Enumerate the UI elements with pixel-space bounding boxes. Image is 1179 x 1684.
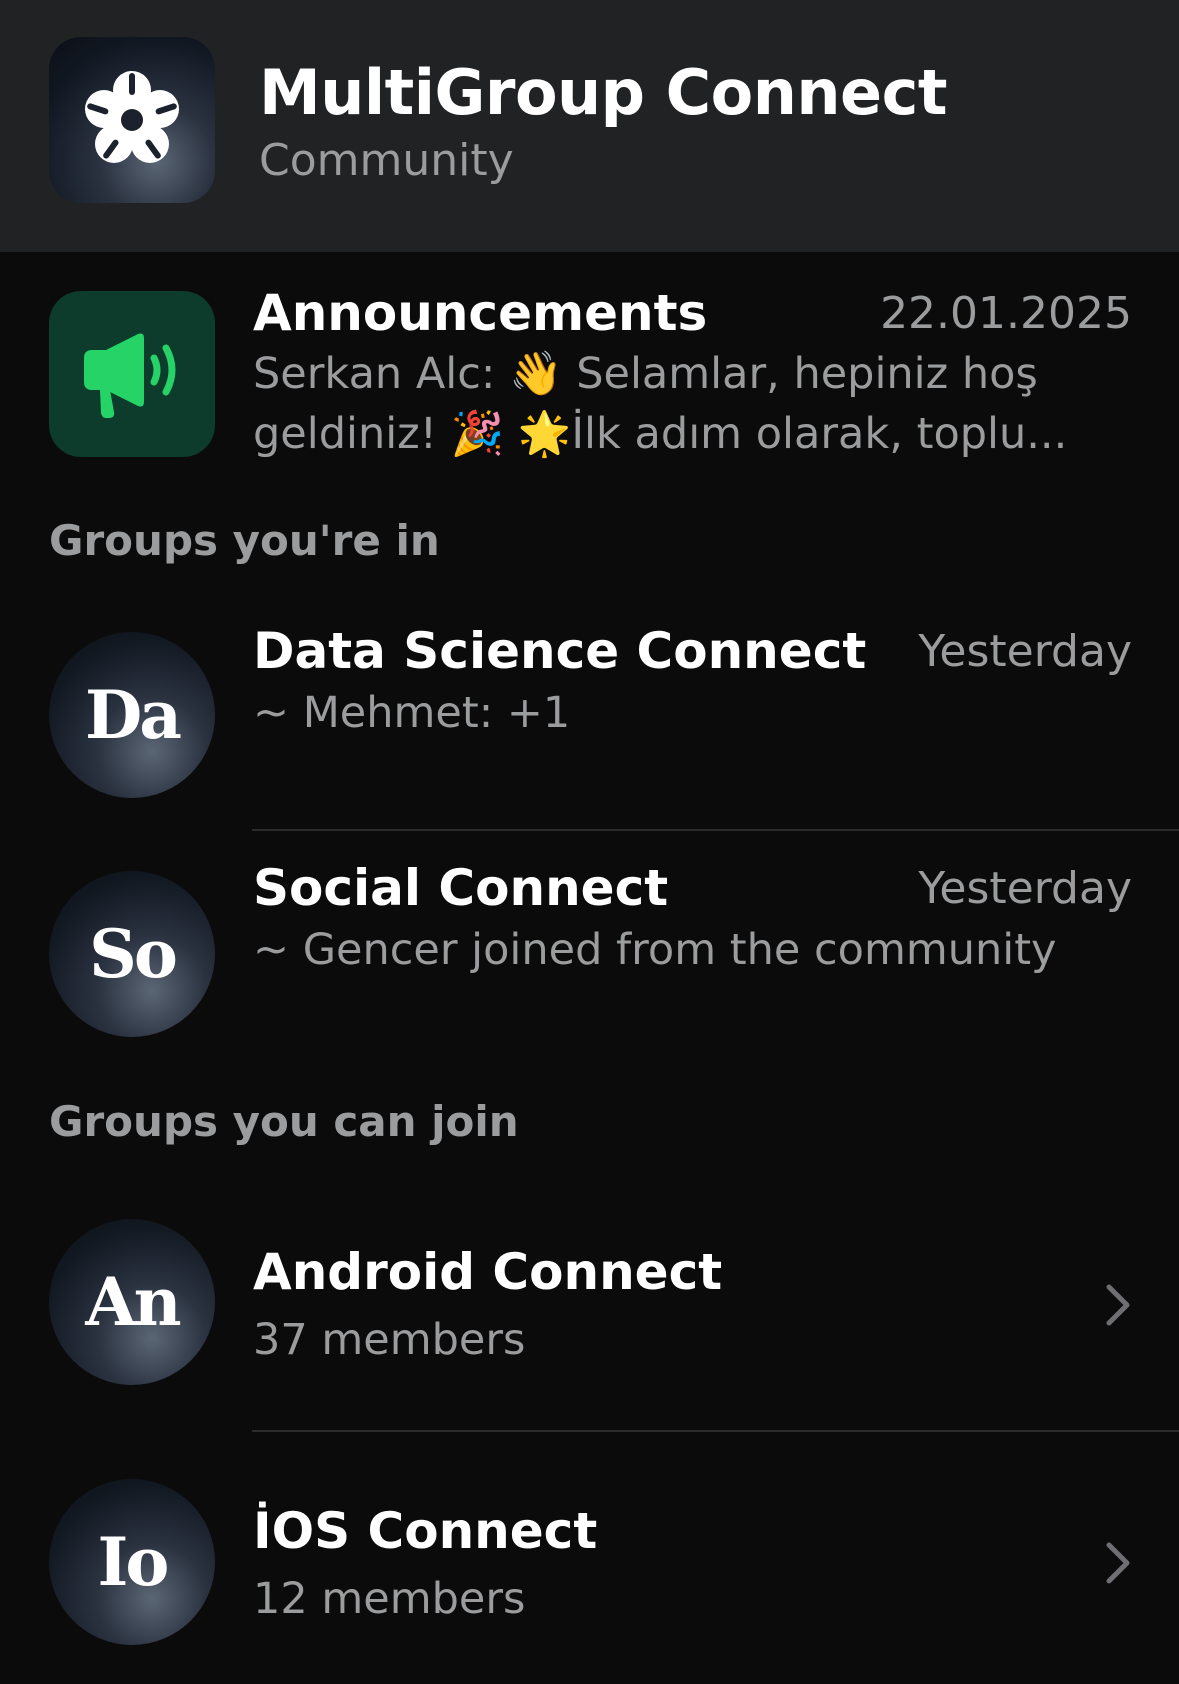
avatar-letters: Io	[97, 1523, 170, 1601]
community-header[interactable]: MultiGroup Connect Community	[0, 0, 1179, 252]
avatar-letters: An	[85, 1263, 181, 1341]
avatar: So	[49, 871, 215, 1037]
group-title: Android Connect	[253, 1243, 723, 1301]
announcements-date: 22.01.2025	[880, 288, 1132, 339]
joinable-group-row-android[interactable]: An Android Connect 37 members	[0, 1180, 1179, 1430]
section-groups-in-label: Groups you're in	[49, 516, 440, 565]
group-member-count: 12 members	[253, 1574, 526, 1624]
avatar: An	[49, 1219, 215, 1385]
chevron-right-icon	[1106, 1542, 1130, 1584]
avatar-letters: So	[89, 915, 178, 993]
avatar-letters: Da	[85, 676, 182, 754]
megaphone-icon	[84, 333, 176, 418]
group-last-message: ~ Gencer joined from the community	[253, 925, 1057, 975]
group-row-social[interactable]: So Social Connect Yesterday ~ Gencer joi…	[0, 831, 1179, 1067]
group-title: Data Science Connect	[253, 622, 867, 680]
announcements-row[interactable]: Announcements 22.01.2025 Serkan Alc: 👋 S…	[0, 252, 1179, 492]
announcements-preview-line1: Serkan Alc: 👋 Selamlar, hepiniz hoş	[253, 349, 1038, 399]
group-title: Social Connect	[253, 859, 669, 917]
group-last-message: ~ Mehmet: +1	[253, 688, 571, 738]
community-avatar[interactable]	[49, 37, 215, 203]
announcements-title: Announcements	[253, 284, 708, 342]
chevron-right-icon	[1106, 1284, 1130, 1326]
group-row-data-science[interactable]: Da Data Science Connect Yesterday ~ Mehm…	[0, 597, 1179, 831]
group-time: Yesterday	[918, 863, 1132, 914]
community-title: MultiGroup Connect	[259, 56, 947, 129]
group-member-count: 37 members	[253, 1315, 526, 1365]
section-groups-join-label: Groups you can join	[49, 1097, 519, 1146]
community-subtitle: Community	[259, 135, 514, 186]
announcements-avatar	[49, 291, 215, 457]
group-title: İOS Connect	[253, 1502, 598, 1560]
avatar: Da	[49, 632, 215, 798]
joinable-group-row-ios[interactable]: Io İOS Connect 12 members	[0, 1432, 1179, 1684]
community-flower-icon	[85, 71, 179, 163]
group-time: Yesterday	[918, 626, 1132, 677]
announcements-preview-line2: geldiniz! 🎉 🌟İlk adım olarak, toplu...	[253, 409, 1068, 459]
avatar: Io	[49, 1479, 215, 1645]
